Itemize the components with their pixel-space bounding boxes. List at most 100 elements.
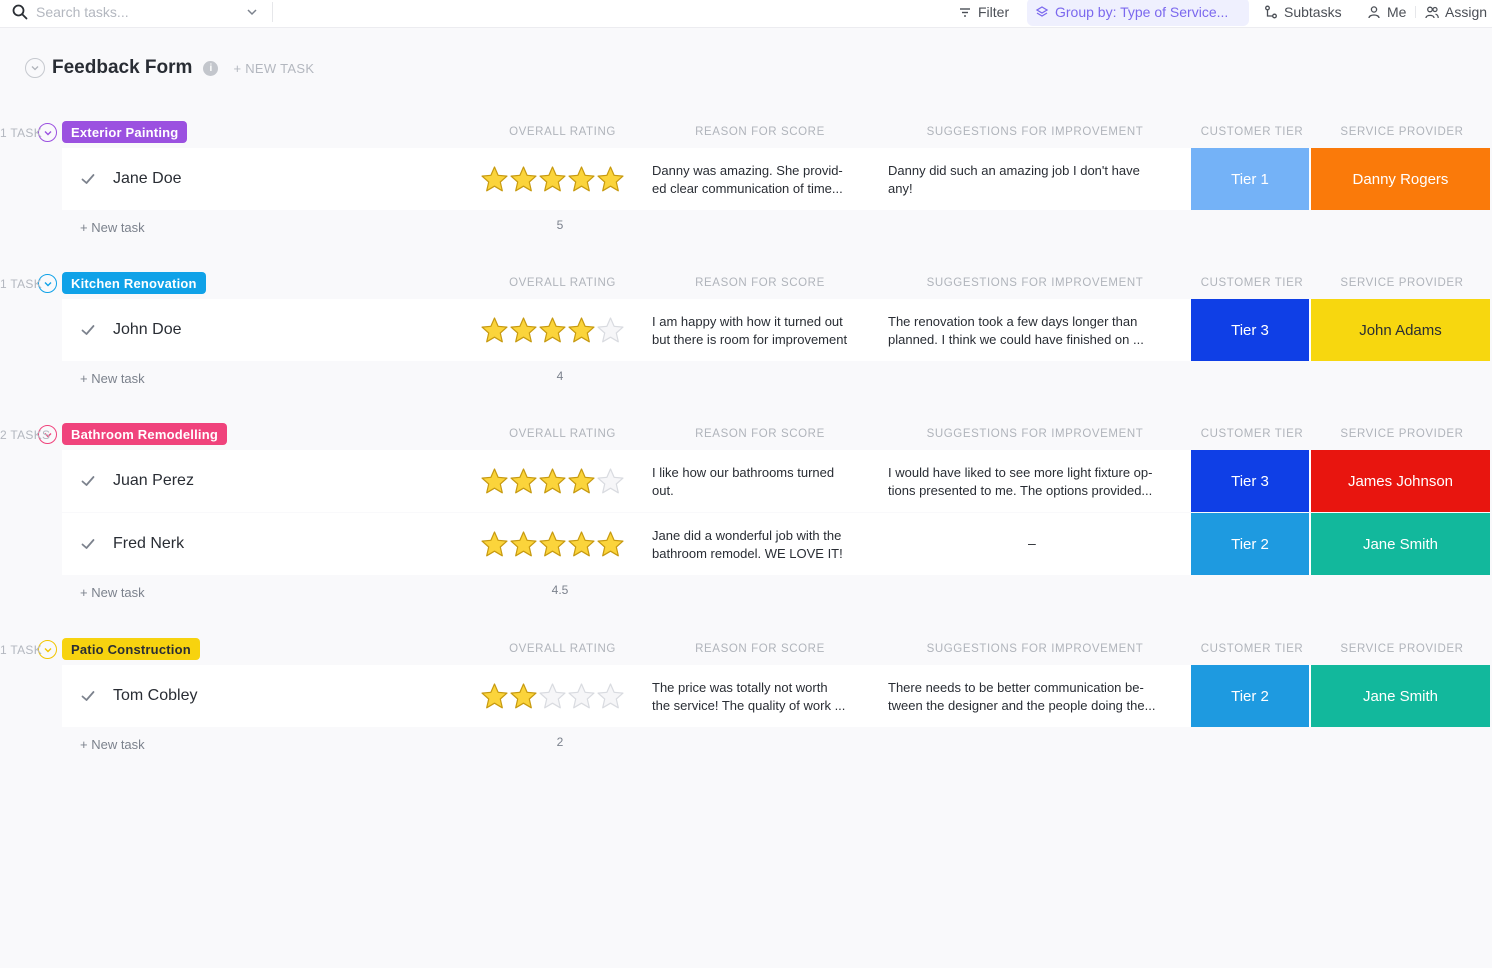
add-task-button[interactable]: + New task [80, 585, 145, 600]
group-label[interactable]: Patio Construction [62, 638, 200, 660]
suggestion-text[interactable]: Danny did such an amazing job I don't ha… [888, 162, 1188, 197]
star-filled-icon[interactable] [509, 467, 538, 496]
star-filled-icon[interactable] [596, 165, 625, 194]
suggestion-text[interactable]: I would have liked to see more light fix… [888, 464, 1188, 499]
table-row[interactable]: Jane Doe Danny was amazing. She provid- e… [62, 148, 1490, 210]
customer-tier-cell[interactable]: Tier 3 [1191, 299, 1309, 361]
star-filled-icon[interactable] [509, 316, 538, 345]
group-label[interactable]: Kitchen Renovation [62, 272, 206, 294]
star-empty-icon[interactable] [596, 682, 625, 711]
star-filled-icon[interactable] [480, 530, 509, 559]
reason-text[interactable]: The price was totally not worth the serv… [652, 679, 880, 714]
task-name[interactable]: John Doe [113, 321, 182, 339]
add-task-button[interactable]: + New task [80, 737, 145, 752]
star-filled-icon[interactable] [509, 530, 538, 559]
star-empty-icon[interactable] [596, 316, 625, 345]
star-empty-icon[interactable] [596, 467, 625, 496]
service-provider-cell[interactable]: Jane Smith [1311, 513, 1490, 575]
rating-stars[interactable] [480, 530, 625, 559]
suggestion-text[interactable]: The renovation took a few days longer th… [888, 313, 1188, 348]
star-filled-icon[interactable] [538, 165, 567, 194]
table-row[interactable]: John Doe I am happy with how it turned ou… [62, 299, 1490, 361]
rating-stars[interactable] [480, 165, 625, 194]
rating-stars[interactable] [480, 682, 625, 711]
star-filled-icon[interactable] [567, 165, 596, 194]
customer-tier-cell[interactable]: Tier 2 [1191, 513, 1309, 575]
star-filled-icon[interactable] [480, 467, 509, 496]
subtasks-button[interactable]: Subtasks [1264, 2, 1342, 22]
service-provider-cell[interactable]: John Adams [1311, 299, 1490, 361]
task-name[interactable]: Jane Doe [113, 170, 182, 188]
star-empty-icon[interactable] [567, 682, 596, 711]
star-filled-icon[interactable] [567, 530, 596, 559]
task-name[interactable]: Juan Perez [113, 472, 194, 490]
customer-tier-cell[interactable]: Tier 2 [1191, 665, 1309, 727]
reason-text[interactable]: I like how our bathrooms turned out. [652, 464, 880, 499]
assignees-button[interactable]: Assign [1425, 2, 1487, 22]
column-header-rating[interactable]: OVERALL RATING [490, 277, 635, 289]
column-header-tier[interactable]: CUSTOMER TIER [1192, 277, 1312, 289]
column-header-reason[interactable]: REASON FOR SCORE [680, 428, 840, 440]
me-button[interactable]: Me [1367, 2, 1406, 22]
rating-stars[interactable] [480, 316, 625, 345]
customer-tier-cell[interactable]: Tier 1 [1191, 148, 1309, 210]
suggestion-empty[interactable]: – [1028, 535, 1036, 551]
table-row[interactable]: Juan Perez I like how our bathrooms turne… [62, 450, 1490, 512]
checkmark-icon[interactable] [80, 536, 96, 552]
column-header-reason[interactable]: REASON FOR SCORE [680, 277, 840, 289]
star-filled-icon[interactable] [567, 316, 596, 345]
column-header-suggestions[interactable]: SUGGESTIONS FOR IMPROVEMENT [915, 428, 1155, 440]
column-header-provider[interactable]: SERVICE PROVIDER [1312, 428, 1492, 440]
service-provider-cell[interactable]: James Johnson [1311, 450, 1490, 512]
info-icon[interactable]: i [203, 60, 219, 76]
star-empty-icon[interactable] [538, 682, 567, 711]
star-filled-icon[interactable] [538, 316, 567, 345]
group-label[interactable]: Bathroom Remodelling [62, 423, 228, 445]
chevron-down-icon[interactable] [245, 5, 259, 19]
list-status-icon[interactable] [25, 58, 45, 78]
column-header-provider[interactable]: SERVICE PROVIDER [1312, 643, 1492, 655]
search-input[interactable]: Search tasks... [36, 4, 129, 20]
column-header-rating[interactable]: OVERALL RATING [490, 126, 635, 138]
customer-tier-cell[interactable]: Tier 3 [1191, 450, 1309, 512]
add-task-button[interactable]: + New task [80, 371, 145, 386]
star-filled-icon[interactable] [509, 165, 538, 194]
star-filled-icon[interactable] [596, 530, 625, 559]
star-filled-icon[interactable] [538, 530, 567, 559]
table-row[interactable]: Fred Nerk Jane did a wonderful job with t… [62, 513, 1490, 575]
filter-button[interactable]: Filter [958, 2, 1009, 22]
reason-text[interactable]: Danny was amazing. She provid- ed clear … [652, 162, 880, 197]
column-header-suggestions[interactable]: SUGGESTIONS FOR IMPROVEMENT [915, 643, 1155, 655]
add-task-button[interactable]: + New task [80, 220, 145, 235]
column-header-provider[interactable]: SERVICE PROVIDER [1312, 126, 1492, 138]
task-name[interactable]: Tom Cobley [113, 687, 197, 705]
rating-stars[interactable] [480, 467, 625, 496]
column-header-rating[interactable]: OVERALL RATING [490, 643, 635, 655]
service-provider-cell[interactable]: Jane Smith [1311, 665, 1490, 727]
new-task-button[interactable]: + NEW TASK [233, 61, 314, 76]
reason-text[interactable]: Jane did a wonderful job with the bathro… [652, 527, 880, 562]
star-filled-icon[interactable] [480, 682, 509, 711]
star-filled-icon[interactable] [509, 682, 538, 711]
checkmark-icon[interactable] [80, 473, 96, 489]
column-header-provider[interactable]: SERVICE PROVIDER [1312, 277, 1492, 289]
column-header-reason[interactable]: REASON FOR SCORE [680, 126, 840, 138]
column-header-suggestions[interactable]: SUGGESTIONS FOR IMPROVEMENT [915, 277, 1155, 289]
column-header-suggestions[interactable]: SUGGESTIONS FOR IMPROVEMENT [915, 126, 1155, 138]
star-filled-icon[interactable] [567, 467, 596, 496]
star-filled-icon[interactable] [538, 467, 567, 496]
checkmark-icon[interactable] [80, 688, 96, 704]
column-header-tier[interactable]: CUSTOMER TIER [1192, 643, 1312, 655]
service-provider-cell[interactable]: Danny Rogers [1311, 148, 1490, 210]
suggestion-text[interactable]: There needs to be better communication b… [888, 679, 1188, 714]
column-header-reason[interactable]: REASON FOR SCORE [680, 643, 840, 655]
task-name[interactable]: Fred Nerk [113, 535, 184, 553]
checkmark-icon[interactable] [80, 322, 96, 338]
checkmark-icon[interactable] [80, 171, 96, 187]
search-box[interactable]: Search tasks... [12, 2, 273, 22]
star-filled-icon[interactable] [480, 165, 509, 194]
reason-text[interactable]: I am happy with how it turned out but th… [652, 313, 880, 348]
table-row[interactable]: Tom Cobley The price was totally not wort… [62, 665, 1490, 727]
group-by-button[interactable]: Group by: Type of Service... [1027, 0, 1249, 26]
star-filled-icon[interactable] [480, 316, 509, 345]
